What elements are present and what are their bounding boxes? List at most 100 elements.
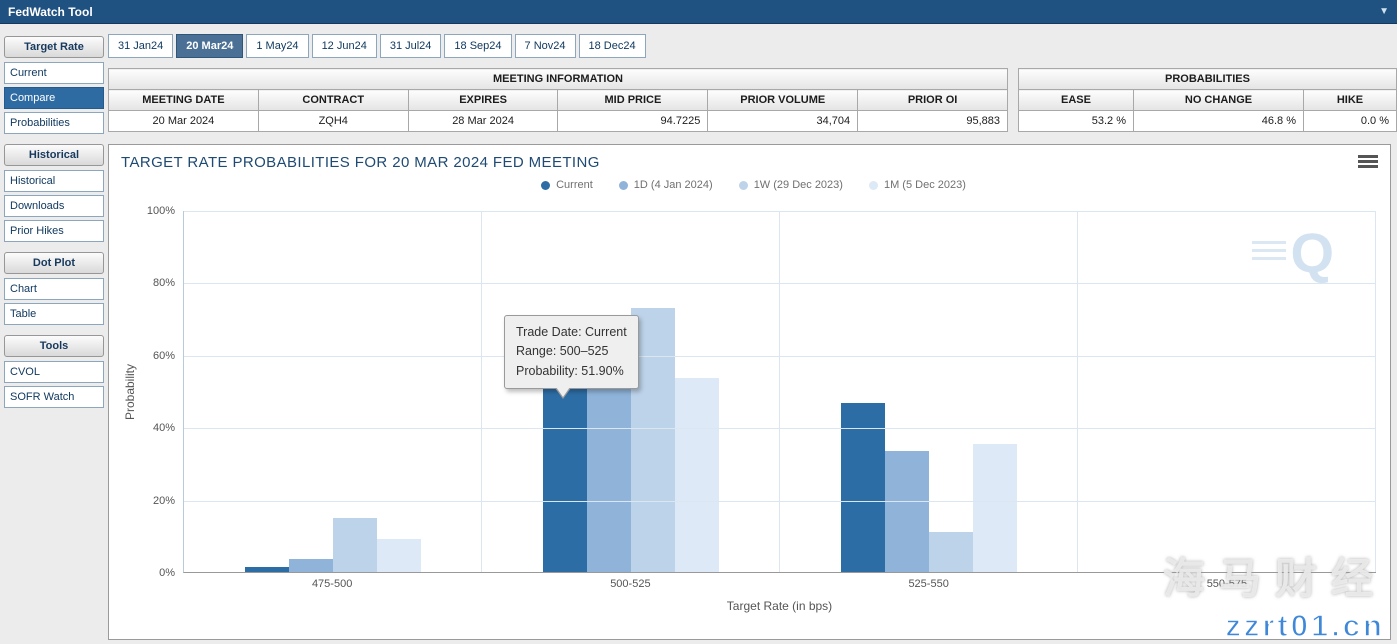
quikstrike-logo-watermark: Q	[1252, 225, 1334, 281]
y-tick-label: 80%	[153, 277, 175, 289]
tab-31-jan24[interactable]: 31 Jan24	[108, 34, 173, 58]
mid-price-value: 94.7225	[558, 111, 708, 132]
legend-label: 1M (5 Dec 2023)	[884, 179, 966, 191]
col-expires: EXPIRES	[408, 90, 558, 111]
y-tick-label: 0%	[159, 567, 175, 579]
x-axis-label: 500-525	[481, 573, 779, 590]
chart-title: TARGET RATE PROBABILITIES FOR 20 MAR 202…	[121, 151, 600, 171]
legend-label: Current	[556, 179, 593, 191]
bar-1d-525-550[interactable]	[885, 451, 929, 572]
bar-current-475-500[interactable]	[245, 567, 289, 572]
chart-header: TARGET RATE PROBABILITIES FOR 20 MAR 202…	[121, 151, 1386, 177]
site-watermark-name: 海马财经	[1163, 545, 1387, 606]
hike-value: 0.0 %	[1304, 111, 1397, 132]
meeting-date-value: 20 Mar 2024	[109, 111, 259, 132]
header-dropdown-icon[interactable]: ▼	[1379, 6, 1389, 17]
sidebar-item-downloads[interactable]: Downloads	[4, 195, 104, 217]
sidebar-header-tools[interactable]: Tools	[4, 335, 104, 357]
tab-18-sep24[interactable]: 18 Sep24	[444, 34, 511, 58]
meeting-info-table: MEETING INFORMATION MEETING DATE CONTRAC…	[108, 68, 1008, 132]
x-axis-label: 525-550	[780, 573, 1078, 590]
sidebar-item-probabilities[interactable]: Probabilities	[4, 112, 104, 134]
tooltip-range: Range: 500–525	[516, 342, 627, 361]
gridline	[184, 501, 1376, 502]
bar-group-500-525	[482, 211, 780, 572]
y-axis-ticks: 0%20%40%60%80%100%	[139, 211, 183, 573]
sidebar-group-tools: Tools CVOL SOFR Watch	[4, 335, 104, 408]
sidebar-item-current[interactable]: Current	[4, 62, 104, 84]
bar-group-525-550	[780, 211, 1078, 572]
sidebar: Target Rate Current Compare Probabilitie…	[4, 36, 104, 418]
sidebar-header-historical[interactable]: Historical	[4, 144, 104, 166]
bar-1d-475-500[interactable]	[289, 559, 333, 572]
bar-1m-525-550[interactable]	[973, 444, 1017, 573]
prior-oi-value: 95,883	[858, 111, 1008, 132]
probabilities-caption: PROBABILITIES	[1019, 69, 1397, 90]
meeting-info-caption: MEETING INFORMATION	[109, 69, 1008, 90]
sidebar-header-dot-plot[interactable]: Dot Plot	[4, 252, 104, 274]
sidebar-group-historical: Historical Historical Downloads Prior Hi…	[4, 144, 104, 242]
info-tables: MEETING INFORMATION MEETING DATE CONTRAC…	[108, 68, 1397, 132]
bar-1w-475-500[interactable]	[333, 518, 377, 572]
plot-area: Q Trade Date: Current Range: 500–525 Pro…	[183, 211, 1376, 573]
y-axis-title: Probability	[121, 211, 139, 573]
legend-item-1w[interactable]: 1W (29 Dec 2023)	[739, 179, 843, 191]
no-change-value: 46.8 %	[1134, 111, 1304, 132]
col-prior-oi: PRIOR OI	[858, 90, 1008, 111]
app-header: FedWatch Tool ▼	[0, 0, 1397, 24]
prior-volume-value: 34,704	[708, 111, 858, 132]
meeting-info-row: 20 Mar 2024 ZQH4 28 Mar 2024 94.7225 34,…	[109, 111, 1008, 132]
sidebar-item-table[interactable]: Table	[4, 303, 104, 325]
sidebar-item-cvol[interactable]: CVOL	[4, 361, 104, 383]
legend-dot-current	[541, 181, 550, 190]
col-hike: HIKE	[1304, 90, 1397, 111]
gridline	[184, 356, 1376, 357]
x-axis-label: 475-500	[183, 573, 481, 590]
fedwatch-app: FedWatch Tool ▼ Target Rate Current Comp…	[0, 0, 1397, 644]
tab-20-mar24[interactable]: 20 Mar24	[176, 34, 243, 58]
legend-label: 1W (29 Dec 2023)	[754, 179, 843, 191]
legend-item-1d[interactable]: 1D (4 Jan 2024)	[619, 179, 713, 191]
chart-menu-icon[interactable]	[1358, 151, 1378, 170]
sidebar-group-dot-plot: Dot Plot Chart Table	[4, 252, 104, 325]
legend-dot-1d	[619, 181, 628, 190]
bar-1m-475-500[interactable]	[377, 539, 421, 572]
logo-stripes	[1252, 241, 1286, 265]
col-mid-price: MID PRICE	[558, 90, 708, 111]
tab-12-jun24[interactable]: 12 Jun24	[312, 34, 377, 58]
y-tick-label: 60%	[153, 350, 175, 362]
tab-1-may24[interactable]: 1 May24	[246, 34, 308, 58]
bar-1m-500-525[interactable]	[675, 378, 719, 572]
sidebar-item-compare[interactable]: Compare	[4, 87, 104, 109]
y-tick-label: 20%	[153, 495, 175, 507]
sidebar-item-prior-hikes[interactable]: Prior Hikes	[4, 220, 104, 242]
legend-dot-1m	[869, 181, 878, 190]
legend-label: 1D (4 Jan 2024)	[634, 179, 713, 191]
chart-tooltip: Trade Date: Current Range: 500–525 Proba…	[504, 315, 639, 389]
expires-value: 28 Mar 2024	[408, 111, 558, 132]
bar-current-500-525[interactable]	[543, 384, 587, 572]
site-watermark-url: zzrt01.cn	[1225, 608, 1385, 644]
legend-item-1m[interactable]: 1M (5 Dec 2023)	[869, 179, 966, 191]
sidebar-item-chart[interactable]: Chart	[4, 278, 104, 300]
col-meeting-date: MEETING DATE	[109, 90, 259, 111]
ease-value: 53.2 %	[1019, 111, 1134, 132]
bar-group-475-500	[184, 211, 482, 572]
sidebar-item-sofr-watch[interactable]: SOFR Watch	[4, 386, 104, 408]
chart-body: Probability 0%20%40%60%80%100% Q Trade D…	[121, 211, 1386, 573]
y-tick-label: 100%	[147, 205, 175, 217]
sidebar-header-target-rate[interactable]: Target Rate	[4, 36, 104, 58]
col-no-change: NO CHANGE	[1134, 90, 1304, 111]
app-title: FedWatch Tool	[8, 5, 93, 19]
bar-1w-525-550[interactable]	[929, 532, 973, 572]
sidebar-item-historical[interactable]: Historical	[4, 170, 104, 192]
legend-item-current[interactable]: Current	[541, 179, 593, 191]
tab-18-dec24[interactable]: 18 Dec24	[579, 34, 646, 58]
tooltip-trade-date: Trade Date: Current	[516, 323, 627, 342]
tab-7-nov24[interactable]: 7 Nov24	[515, 34, 576, 58]
meeting-date-tabs: 31 Jan24 20 Mar24 1 May24 12 Jun24 31 Ju…	[108, 34, 1397, 58]
contract-value: ZQH4	[258, 111, 408, 132]
bar-groups	[184, 211, 1376, 572]
col-prior-volume: PRIOR VOLUME	[708, 90, 858, 111]
tab-31-jul24[interactable]: 31 Jul24	[380, 34, 442, 58]
